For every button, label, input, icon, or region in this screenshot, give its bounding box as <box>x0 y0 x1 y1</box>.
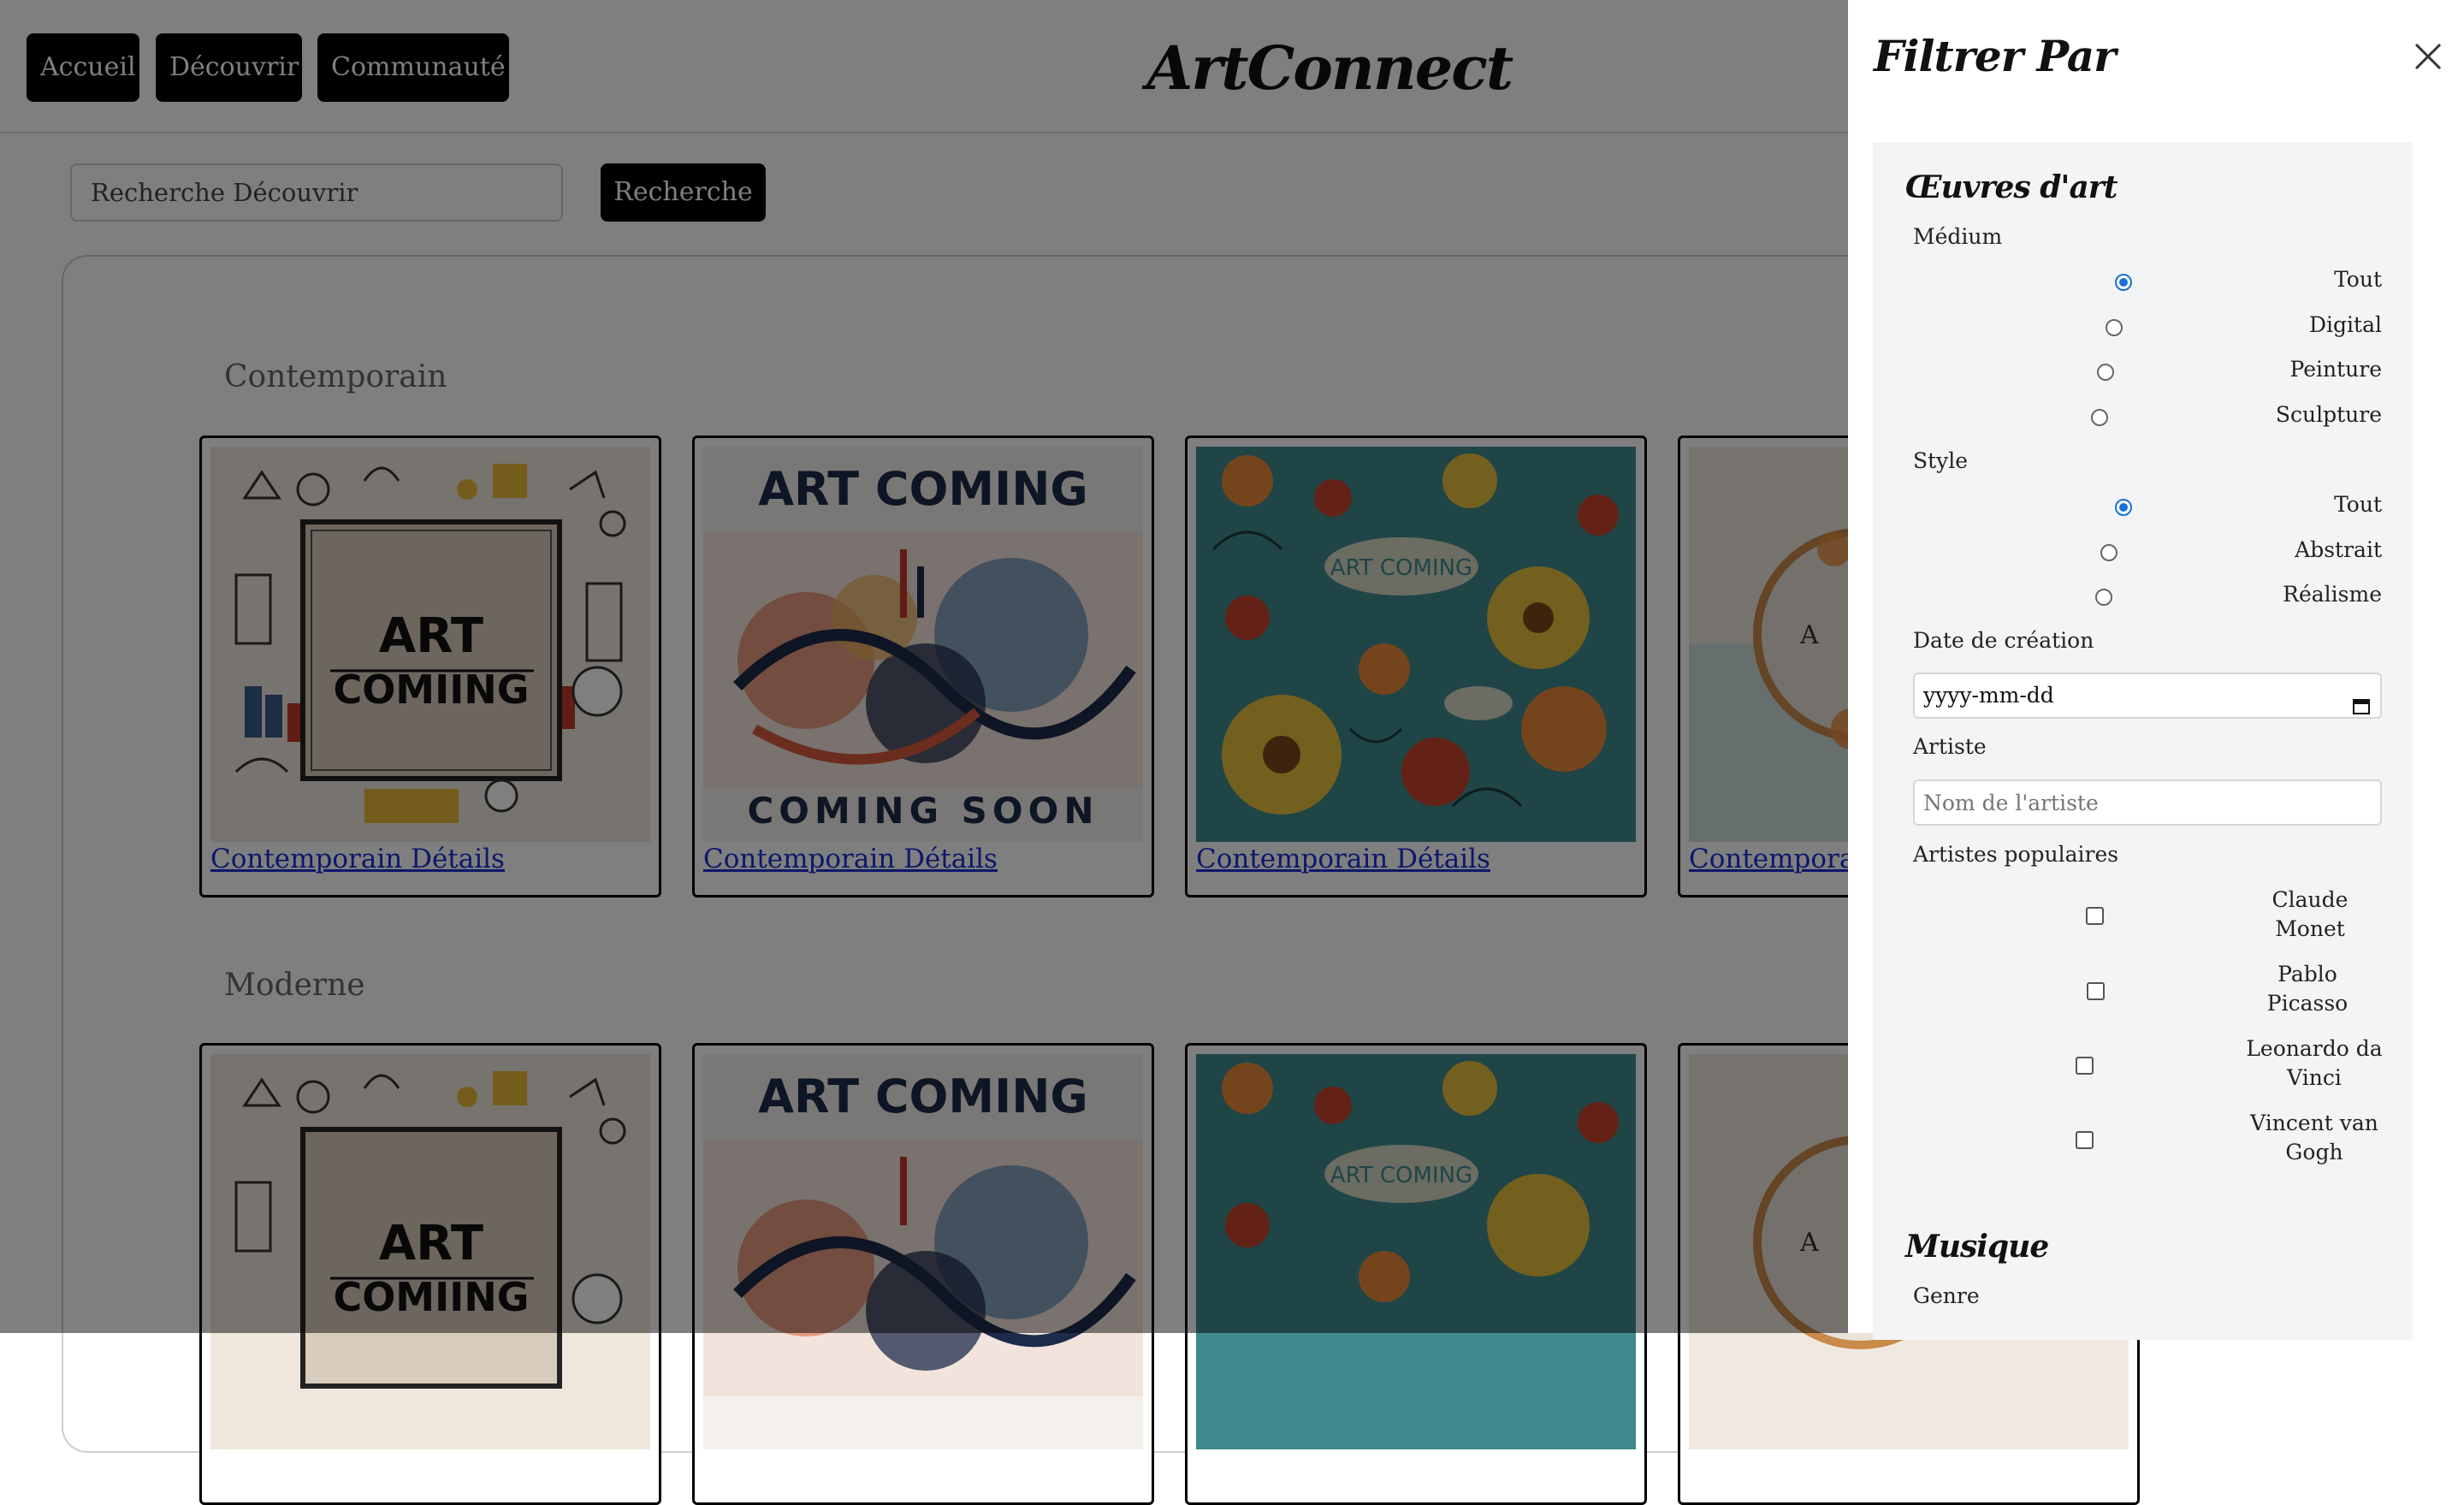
artist-name-input[interactable] <box>1913 779 2382 826</box>
medium-radio-tout[interactable] <box>2115 274 2132 291</box>
popular-artists-label: Artistes populaires <box>1913 842 2119 867</box>
medium-option-label: Tout <box>2334 267 2382 292</box>
artist-checkbox-pablo-picasso[interactable] <box>2087 982 2105 1000</box>
style-radio-abstrait[interactable] <box>2100 544 2118 561</box>
medium-option-label: Peinture <box>2289 357 2382 382</box>
style-label: Style <box>1913 448 1969 473</box>
date-label: Date de création <box>1913 628 2094 653</box>
style-option-label: Réalisme <box>2283 582 2382 607</box>
style-option-label: Abstrait <box>2295 537 2382 562</box>
artist-option-label: Vincent van Gogh <box>2250 1111 2378 1164</box>
style-option-label: Tout <box>2334 492 2382 517</box>
medium-radio-peinture[interactable] <box>2097 364 2114 381</box>
music-group-title: Musique <box>1905 1229 2049 1265</box>
genre-label: Genre <box>1913 1283 1980 1308</box>
artist-label: Artiste <box>1913 734 1987 759</box>
close-icon[interactable] <box>2413 41 2443 72</box>
date-value: yyyy-mm-dd <box>1923 683 2054 708</box>
artist-option-label: Claude Monet <box>2272 887 2348 941</box>
artist-checkbox-vincent-van-gogh[interactable] <box>2076 1131 2094 1149</box>
medium-radio-digital[interactable] <box>2106 319 2123 336</box>
artist-checkbox-leonardo-da-vinci[interactable] <box>2076 1057 2094 1075</box>
artist-checkbox-claude-monet[interactable] <box>2086 907 2104 925</box>
style-radio-realisme[interactable] <box>2095 589 2112 606</box>
medium-option-label: Sculpture <box>2275 402 2382 427</box>
artist-option-label: Pablo Picasso <box>2266 962 2348 1016</box>
medium-label: Médium <box>1913 224 2003 249</box>
filter-title: Filtrer Par <box>1874 31 2116 81</box>
artworks-group-title: Œuvres d'art <box>1905 169 2118 205</box>
medium-option-label: Digital <box>2309 312 2382 337</box>
artist-option-label: Leonardo da Vinci <box>2246 1036 2383 1090</box>
medium-radio-sculpture[interactable] <box>2091 409 2108 426</box>
style-radio-tout[interactable] <box>2115 499 2132 516</box>
calendar-icon[interactable] <box>2353 686 2370 714</box>
date-input[interactable]: yyyy-mm-dd <box>1913 673 2382 719</box>
modal-backdrop[interactable] <box>0 0 1848 1333</box>
